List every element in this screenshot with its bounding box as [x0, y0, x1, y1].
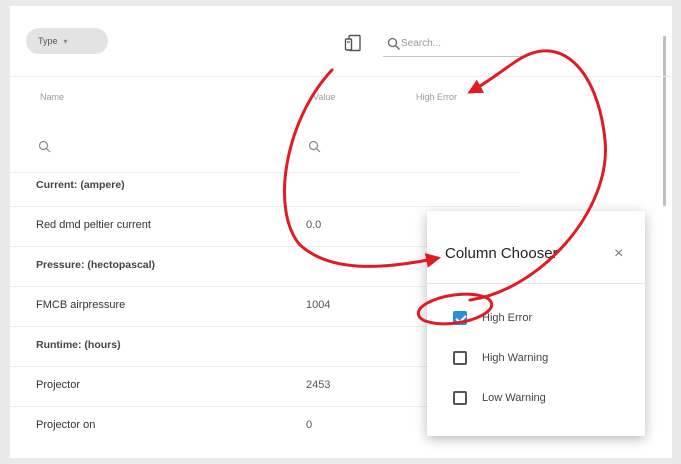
option-high-error[interactable]: High Error	[453, 308, 532, 328]
toolbar: Type ▾	[10, 6, 672, 77]
row-value: 0	[306, 419, 313, 431]
checkbox-checked-icon[interactable]	[453, 311, 467, 325]
column-header-value[interactable]: Value	[313, 92, 335, 102]
search-icon	[387, 37, 400, 50]
option-label: High Warning	[482, 352, 549, 364]
type-chip-label: Type	[38, 36, 58, 46]
option-label: Low Warning	[482, 392, 546, 404]
name-filter-search-icon[interactable]	[38, 140, 52, 154]
column-header-high-error[interactable]: High Error	[416, 92, 457, 102]
row-name: Runtime: (hours)	[36, 339, 121, 351]
type-filter-chip[interactable]: Type ▾	[26, 28, 108, 54]
option-label: High Error	[482, 312, 533, 324]
column-chooser-icon[interactable]	[344, 34, 362, 52]
column-chooser-dialog: Column Chooser × High Error High Warning…	[427, 211, 645, 436]
row-value: 0.0	[306, 219, 322, 231]
group-row-current[interactable]: Current: (ampere)	[10, 166, 520, 207]
row-value: 2453	[306, 379, 331, 391]
checkbox-icon[interactable]	[453, 391, 467, 405]
row-name: Red dmd peltier current	[36, 219, 151, 231]
column-header-name[interactable]: Name	[40, 92, 64, 102]
close-icon[interactable]: ×	[614, 245, 623, 263]
search-input[interactable]	[401, 34, 511, 52]
value-filter-search-icon[interactable]	[308, 140, 322, 154]
divider	[427, 283, 645, 284]
table-panel: Type ▾ Name Value High Error Current	[10, 6, 672, 458]
search-box[interactable]	[383, 34, 523, 57]
filter-icon: ▾	[63, 36, 68, 46]
row-value: 1004	[306, 299, 331, 311]
checkbox-icon[interactable]	[453, 351, 467, 365]
row-name: Current: (ampere)	[36, 179, 125, 191]
option-high-warning[interactable]: High Warning	[453, 348, 548, 368]
row-name: Projector	[36, 379, 81, 391]
row-name: FMCB airpressure	[36, 299, 126, 311]
row-name: Pressure: (hectopascal)	[36, 259, 156, 271]
option-low-warning[interactable]: Low Warning	[453, 388, 546, 408]
dialog-title: Column Chooser	[445, 245, 558, 262]
row-name: Projector on	[36, 419, 96, 431]
